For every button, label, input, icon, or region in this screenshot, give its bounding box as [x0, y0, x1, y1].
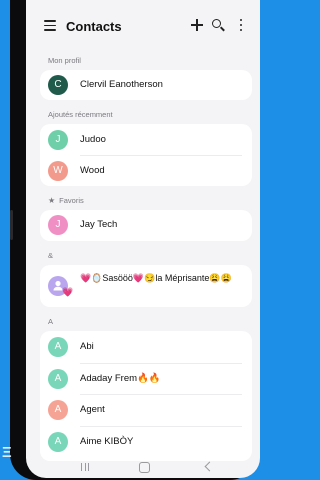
system-nav-bar — [26, 456, 260, 478]
profile-card: C Clervil Eanotherson — [40, 70, 252, 100]
contact-row-profile[interactable]: C Clervil Eanotherson — [40, 70, 252, 100]
contact-row-judoo[interactable]: J Judoo — [40, 125, 252, 155]
contact-name-line2: 💗 — [62, 287, 74, 297]
contact-row-jay-tech[interactable]: J Jay Tech — [40, 210, 252, 240]
section-label-favorites: ★ Favoris — [48, 196, 84, 205]
search-icon[interactable] — [210, 17, 226, 33]
contact-name: Judoo — [80, 134, 106, 145]
avatar: A — [48, 369, 68, 389]
phone-frame: Contacts Mon profil C Clervil Eanotherso… — [10, 0, 260, 480]
plus-icon[interactable] — [189, 17, 205, 33]
contact-row-adaday[interactable]: A Adaday Frem🔥🔥 — [40, 364, 252, 394]
avatar: C — [48, 75, 68, 95]
avatar: A — [48, 432, 68, 452]
menu-icon[interactable] — [44, 20, 56, 31]
more-icon[interactable] — [233, 17, 249, 33]
contact-name: Agent — [80, 404, 105, 415]
section-label-text: Favoris — [59, 196, 84, 205]
app-bar: Contacts — [26, 0, 260, 52]
home-icon[interactable] — [137, 460, 151, 474]
contact-row-agent[interactable]: A Agent — [40, 395, 252, 425]
contact-row-sasoo[interactable]: 💗🪞Sasööö💗😏la Méprisante😩😩 💗 — [40, 271, 252, 301]
back-icon[interactable] — [202, 460, 216, 474]
contact-name: Aime KIBÒY — [80, 436, 134, 447]
favorites-card: J Jay Tech — [40, 210, 252, 241]
contact-row-aime[interactable]: A Aime KIBÒY — [40, 427, 252, 457]
star-icon: ★ — [48, 196, 56, 205]
recent-apps-icon[interactable] — [78, 460, 92, 474]
contact-name: Clervil Eanotherson — [80, 79, 163, 90]
section-label-recent: Ajoutés récemment — [48, 110, 113, 119]
contact-name: Wood — [80, 165, 105, 176]
avatar: A — [48, 400, 68, 420]
section-label-a: A — [48, 317, 54, 326]
contact-name-line1: 💗🪞Sasööö💗😏la Méprisante😩😩 — [80, 273, 232, 283]
section-label-profile: Mon profil — [48, 56, 81, 65]
amp-card: 💗🪞Sasööö💗😏la Méprisante😩😩 💗 — [40, 265, 252, 307]
a-card: A Abi A Adaday Frem🔥🔥 A Agent A Aime KIB… — [40, 331, 252, 461]
contact-row-wood[interactable]: W Wood — [40, 156, 252, 186]
contacts-screen: Contacts Mon profil C Clervil Eanotherso… — [26, 0, 260, 478]
app-logo-icon: Ξ — [2, 444, 12, 461]
section-label-amp: & — [48, 251, 54, 260]
avatar: W — [48, 161, 68, 181]
recent-card: J Judoo W Wood — [40, 124, 252, 186]
contact-name: Abi — [80, 341, 94, 352]
page-title: Contacts — [66, 19, 122, 34]
avatar: J — [48, 130, 68, 150]
side-button — [10, 210, 13, 240]
contact-row-abi[interactable]: A Abi — [40, 332, 252, 362]
avatar: A — [48, 337, 68, 357]
contact-name: Jay Tech — [80, 219, 118, 230]
contact-name: Adaday Frem🔥🔥 — [80, 373, 161, 384]
avatar: J — [48, 215, 68, 235]
